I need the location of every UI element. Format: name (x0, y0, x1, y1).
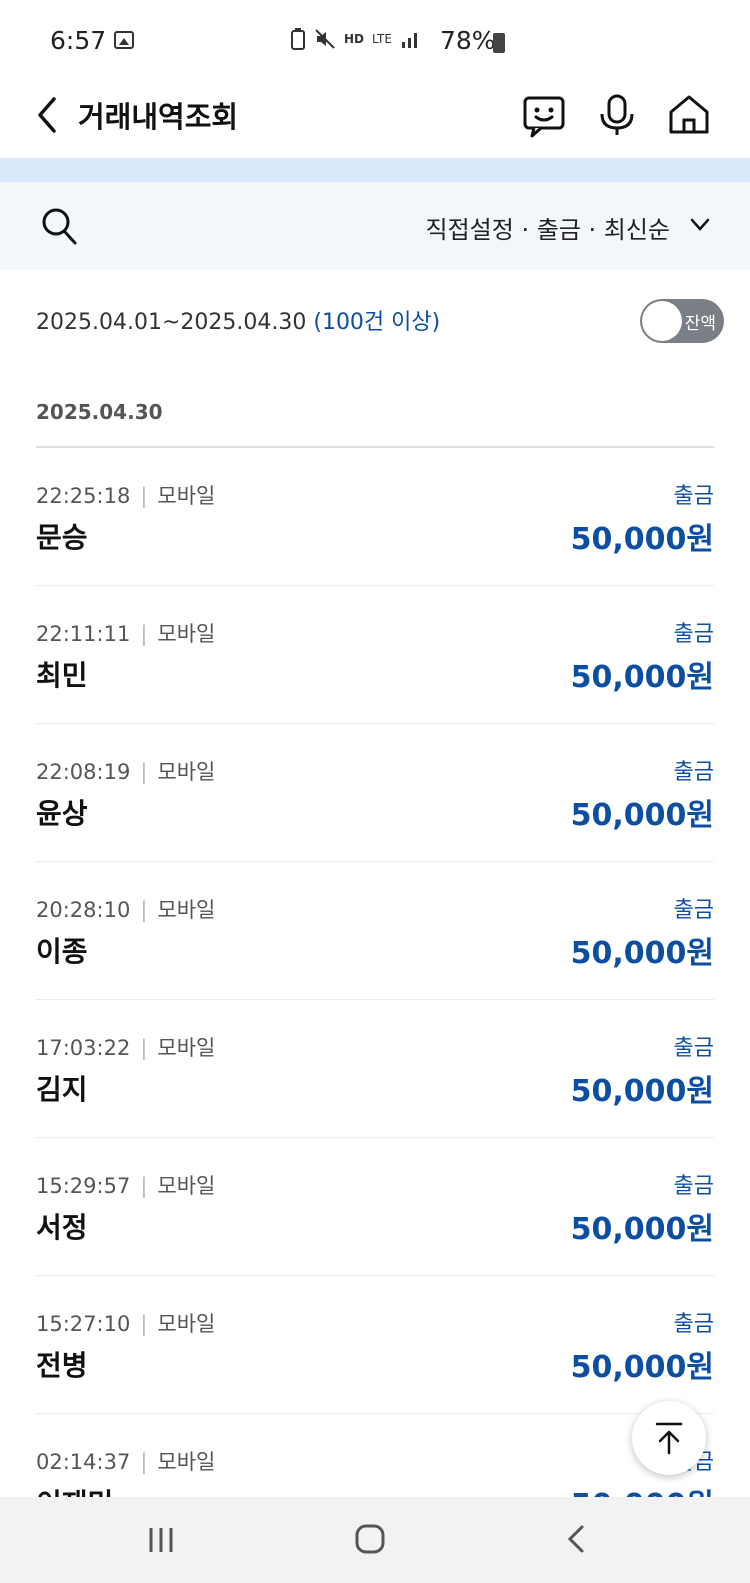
transaction-channel: 모바일 (157, 1450, 216, 1474)
period-dates: 2025.04.01~2025.04.30 (36, 310, 307, 335)
transaction-meta: 15:29:57 | 모바일 (36, 1174, 216, 1198)
transaction-row[interactable]: 22:25:18 | 모바일 문승 출금 50,000원 (36, 448, 714, 586)
transaction-time: 15:27:10 (36, 1312, 131, 1336)
battery-saver-icon (291, 28, 305, 50)
transaction-amount: 50,000원 (570, 1212, 714, 1247)
transaction-channel: 모바일 (157, 1312, 216, 1336)
arrow-up-icon (655, 1422, 683, 1455)
mute-icon (315, 29, 335, 49)
transaction-meta: 15:27:10 | 모바일 (36, 1312, 216, 1336)
transaction-channel: 모바일 (157, 622, 216, 646)
chevron-down-icon[interactable] (690, 218, 710, 232)
promo-banner (0, 158, 750, 182)
transaction-row[interactable]: 22:08:19 | 모바일 윤상 출금 50,000원 (36, 724, 714, 862)
transaction-amount: 50,000원 (571, 1480, 714, 1497)
transaction-row[interactable]: 17:03:22 | 모바일 김지 출금 50,000원 (36, 1000, 714, 1138)
transaction-time: 22:25:18 (36, 484, 131, 508)
transaction-meta: 22:11:11 | 모바일 (36, 622, 216, 646)
hd-voice-label: HD (344, 32, 365, 46)
balance-toggle-label: 잔액 (684, 314, 716, 334)
transaction-type: 출금 (673, 484, 714, 509)
transaction-amount: 50,000원 (570, 1350, 714, 1385)
transaction-time: 22:08:19 (36, 760, 131, 784)
status-icons: HD LTE (290, 28, 422, 50)
microphone-icon[interactable] (594, 92, 640, 138)
filter-summary[interactable]: 직접설정 · 출금 · 최신순 (426, 210, 671, 245)
transaction-type: 출금 (673, 1312, 714, 1337)
transaction-name: 전병 (36, 1349, 88, 1382)
system-nav-bar (0, 1497, 750, 1583)
transaction-row[interactable]: 15:27:10 | 모바일 전병 출금 50,000원 (36, 1276, 714, 1414)
signal-icon (401, 33, 417, 48)
transaction-channel: 모바일 (157, 898, 216, 922)
transaction-time: 20:28:10 (36, 898, 131, 922)
toggle-knob (642, 301, 682, 341)
transaction-name: 서정 (36, 1211, 88, 1244)
transaction-type: 출금 (673, 898, 714, 923)
transaction-meta: 22:25:18 | 모바일 (36, 484, 216, 508)
transaction-name: 이종 (36, 935, 88, 968)
transaction-name: 문승 (36, 521, 88, 554)
transaction-row[interactable]: 02:14:37|모바일 이재민 출금 50,000원 (36, 1414, 714, 1497)
gallery-icon (114, 31, 134, 49)
transaction-type: 출금 (673, 1174, 714, 1199)
balance-toggle[interactable]: 잔액 (640, 299, 724, 343)
transaction-row[interactable]: 20:28:10 | 모바일 이종 출금 50,000원 (36, 862, 714, 1000)
status-time: 6:57 (50, 26, 107, 55)
transaction-type: 출금 (673, 760, 714, 785)
transaction-channel: 모바일 (157, 1036, 216, 1060)
transaction-meta: 17:03:22 | 모바일 (36, 1036, 216, 1060)
transaction-amount: 50,000원 (570, 936, 714, 971)
battery-percent: 78% (440, 26, 496, 55)
scroll-top-button[interactable] (632, 1401, 706, 1475)
search-icon[interactable] (40, 206, 78, 246)
battery-icon (493, 33, 505, 53)
transaction-type: 출금 (673, 1036, 714, 1061)
transaction-time: 17:03:22 (36, 1036, 131, 1060)
nav-back-icon[interactable] (566, 1524, 586, 1554)
home-icon[interactable] (666, 92, 712, 138)
home-button-icon[interactable] (354, 1523, 386, 1555)
transaction-count: (100건 이상) (313, 310, 441, 335)
transaction-meta: 20:28:10 | 모바일 (36, 898, 216, 922)
transaction-name: 최민 (36, 659, 88, 692)
recent-apps-icon[interactable] (146, 1525, 176, 1555)
transaction-amount: 50,000원 (570, 522, 714, 557)
transaction-channel: 모바일 (157, 484, 216, 508)
status-bar: 6:57 HD LTE 78% (0, 0, 750, 86)
transaction-channel: 모바일 (157, 760, 216, 784)
transaction-amount: 50,000원 (570, 660, 714, 695)
transaction-name: 이재민 (36, 1482, 113, 1497)
page-title: 거래내역조회 (78, 100, 239, 134)
transaction-row[interactable]: 15:29:57 | 모바일 서정 출금 50,000원 (36, 1138, 714, 1276)
transaction-amount: 50,000원 (570, 798, 714, 833)
transaction-name: 윤상 (36, 797, 88, 830)
transaction-name: 김지 (36, 1073, 88, 1106)
transaction-meta: 22:08:19 | 모바일 (36, 760, 216, 784)
transaction-row[interactable]: 22:11:11 | 모바일 최민 출금 50,000원 (36, 586, 714, 724)
back-icon[interactable] (34, 95, 60, 135)
transaction-time: 22:11:11 (36, 622, 131, 646)
date-group-header: 2025.04.30 (36, 400, 163, 424)
transaction-type: 출금 (673, 622, 714, 647)
lte-label: LTE (372, 32, 392, 46)
transaction-time: 15:29:57 (36, 1174, 131, 1198)
transaction-channel: 모바일 (157, 1174, 216, 1198)
transaction-meta: 02:14:37 | 모바일 (36, 1450, 216, 1474)
transaction-amount: 50,000원 (570, 1074, 714, 1109)
period-range: 2025.04.01~2025.04.30 (100건 이상) (36, 304, 440, 336)
chatbot-icon[interactable] (522, 92, 568, 138)
transaction-time: 02:14:37 (36, 1450, 131, 1474)
